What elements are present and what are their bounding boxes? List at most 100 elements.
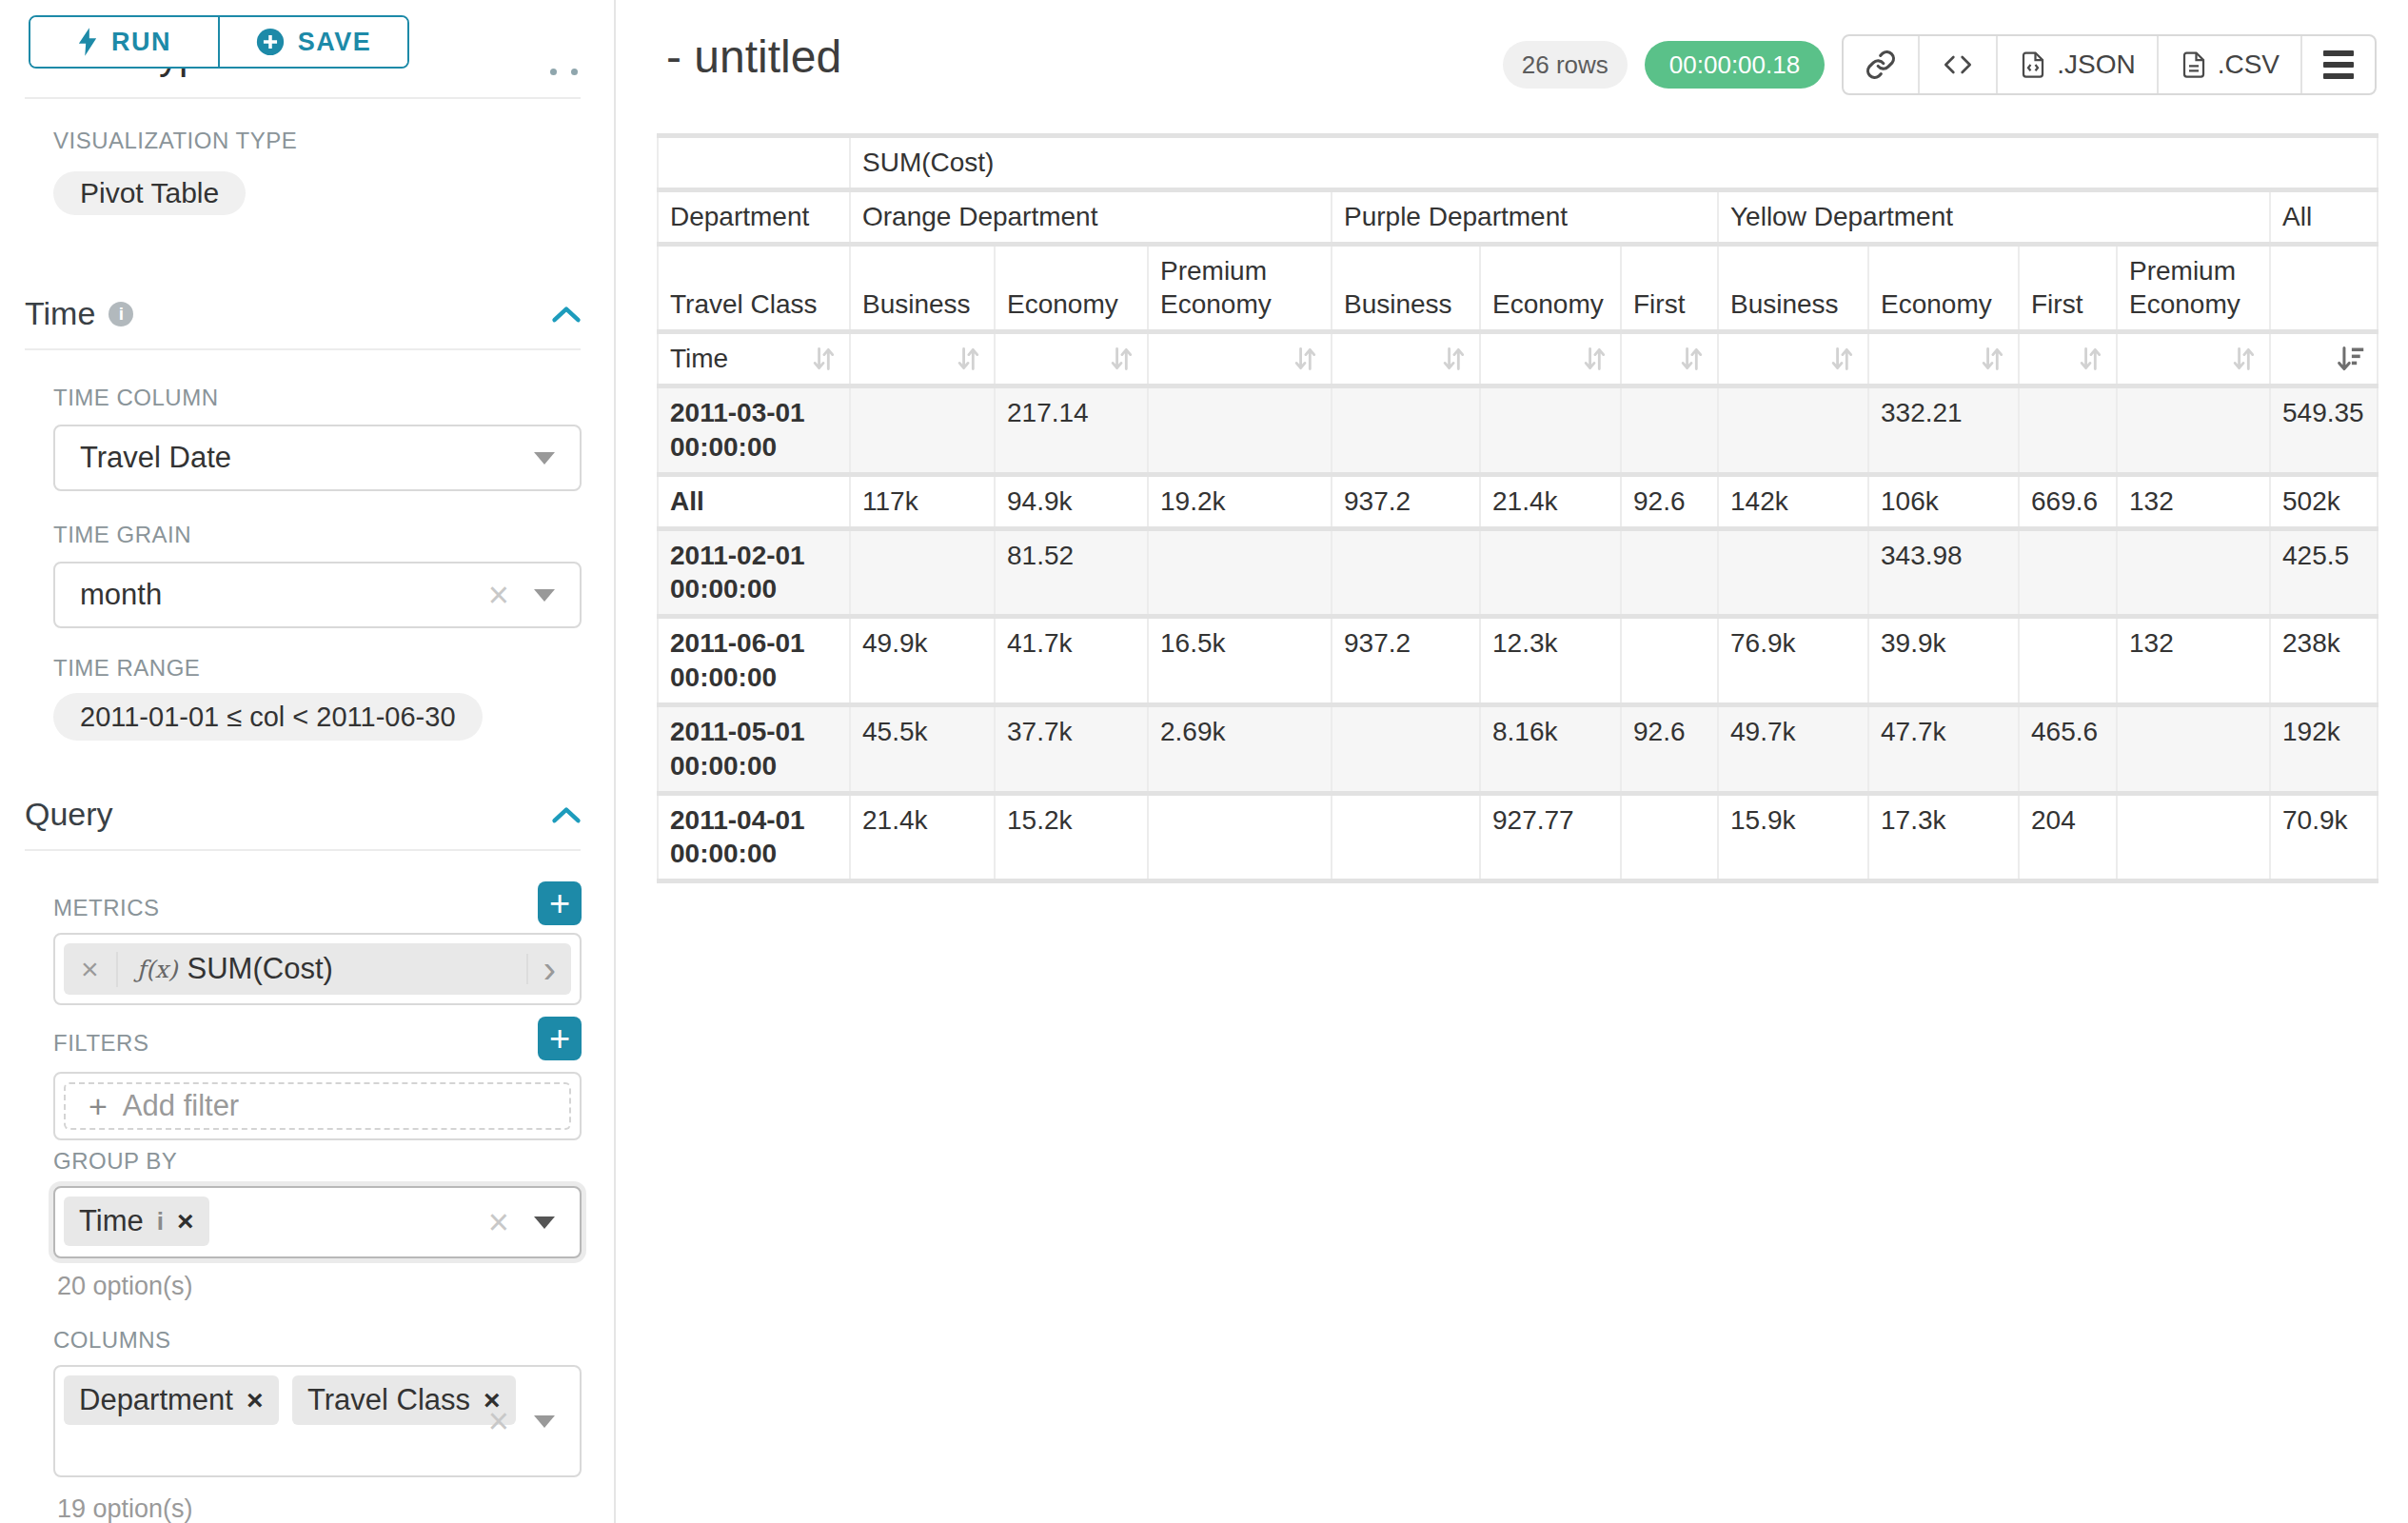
value-cell xyxy=(1621,617,1718,705)
run-button[interactable]: RUN xyxy=(30,17,218,67)
corner-cell xyxy=(658,136,850,190)
table-row: 2011-05-01 00:00:0045.5k37.7k2.69k8.16k9… xyxy=(658,704,2378,793)
action-buttons: RUN SAVE xyxy=(29,15,409,69)
value-cell: 238k xyxy=(2270,617,2378,705)
chart-area: - untitled 26 rows 00:00:00.18 .JSON .CS… xyxy=(618,0,2408,1523)
value-cell xyxy=(850,528,995,617)
table-row: 2011-03-01 00:00:00217.14332.21549.35 xyxy=(658,386,2378,475)
add-filter-button[interactable]: + xyxy=(538,1017,582,1060)
time-grain-select[interactable]: month × xyxy=(53,562,582,628)
value-cell: 21.4k xyxy=(1480,474,1621,528)
value-cell xyxy=(2019,617,2117,705)
chevron-right-icon[interactable]: › xyxy=(526,954,571,984)
row-header: All xyxy=(658,474,850,528)
value-cell xyxy=(2117,386,2270,475)
export-json-button[interactable]: .JSON xyxy=(1996,36,2156,93)
divider xyxy=(25,348,581,350)
value-cell: 937.2 xyxy=(1332,474,1480,528)
dot-icon xyxy=(571,69,578,75)
sort-icon[interactable] xyxy=(1580,345,1609,373)
add-metric-button[interactable]: + xyxy=(538,881,582,925)
row-header: 2011-04-01 00:00:00 xyxy=(658,793,850,881)
clear-icon[interactable]: × xyxy=(488,1403,509,1439)
columns-label: COLUMNS xyxy=(53,1327,171,1354)
value-cell: 425.5 xyxy=(2270,528,2378,617)
remove-chip-icon[interactable]: × xyxy=(247,1384,264,1416)
menu-button[interactable] xyxy=(2300,36,2375,93)
col-dim-label: Travel Class xyxy=(658,244,850,332)
embed-code-button[interactable] xyxy=(1918,36,1996,93)
value-cell xyxy=(850,386,995,475)
row-header: 2011-02-01 00:00:00 xyxy=(658,528,850,617)
chevron-up-icon[interactable] xyxy=(551,805,582,824)
sort-icon[interactable] xyxy=(1677,345,1706,373)
columns-select[interactable]: Department × Travel Class × × xyxy=(53,1365,582,1477)
group-by-chip[interactable]: Time i × xyxy=(64,1197,209,1246)
value-cell: 39.9k xyxy=(1868,617,2019,705)
time-column-select[interactable]: Travel Date xyxy=(53,425,582,491)
value-cell: 549.35 xyxy=(2270,386,2378,475)
caret-down-icon[interactable] xyxy=(534,452,555,465)
department-header: Yellow Department xyxy=(1718,189,2270,244)
value-cell xyxy=(1148,386,1332,475)
sort-desc-icon[interactable] xyxy=(2337,345,2365,373)
export-toolbar: .JSON .CSV xyxy=(1842,34,2377,95)
value-cell: 94.9k xyxy=(995,474,1148,528)
time-column-label: TIME COLUMN xyxy=(53,385,219,411)
table-row: 2011-06-01 00:00:0049.9k41.7k16.5k937.21… xyxy=(658,617,2378,705)
caret-down-icon[interactable] xyxy=(534,1216,555,1229)
value-cell: 117k xyxy=(850,474,995,528)
value-cell xyxy=(1621,386,1718,475)
clear-icon[interactable]: × xyxy=(488,1204,509,1240)
row-header: 2011-05-01 00:00:00 xyxy=(658,704,850,793)
group-by-label: GROUP BY xyxy=(53,1148,177,1175)
value-cell: 41.7k xyxy=(995,617,1148,705)
columns-chip[interactable]: Department × xyxy=(64,1375,279,1425)
caret-down-icon[interactable] xyxy=(534,1415,555,1428)
sort-icon[interactable] xyxy=(1107,345,1135,373)
code-icon xyxy=(1941,49,1975,80)
sort-icon[interactable] xyxy=(954,345,982,373)
row-dim-label: Time xyxy=(670,342,728,376)
remove-chip-icon[interactable]: × xyxy=(177,1205,194,1237)
export-csv-button[interactable]: .CSV xyxy=(2157,36,2300,93)
sort-icon[interactable] xyxy=(809,345,838,373)
value-cell: 12.3k xyxy=(1480,617,1621,705)
columns-options-hint: 19 option(s) xyxy=(57,1494,193,1523)
travel-class-header: Economy xyxy=(1480,244,1621,332)
add-filter-dropzone[interactable]: + Add filter xyxy=(64,1082,571,1130)
metric-chip[interactable]: × ƒ(x) SUM(Cost) › xyxy=(64,943,571,995)
group-by-select[interactable]: Time i × × xyxy=(53,1186,582,1258)
link-icon xyxy=(1865,49,1897,81)
plus-icon: + xyxy=(89,1088,108,1125)
plus-circle-icon xyxy=(256,28,285,56)
value-cell: 106k xyxy=(1868,474,2019,528)
save-button[interactable]: SAVE xyxy=(218,17,407,67)
share-link-button[interactable] xyxy=(1844,36,1918,93)
sort-icon[interactable] xyxy=(1439,345,1468,373)
department-header: Orange Department xyxy=(850,189,1332,244)
file-code-icon xyxy=(2019,49,2047,81)
sort-icon[interactable] xyxy=(1978,345,2006,373)
hamburger-icon xyxy=(2323,50,2354,79)
clear-icon[interactable]: × xyxy=(488,577,509,613)
value-cell: 927.77 xyxy=(1480,793,1621,881)
columns-chip[interactable]: Travel Class × xyxy=(292,1375,516,1425)
query-section-header: Query xyxy=(25,796,582,833)
sort-icon[interactable] xyxy=(2229,345,2258,373)
value-cell: 15.9k xyxy=(1718,793,1868,881)
caret-down-icon[interactable] xyxy=(534,589,555,602)
chevron-up-icon[interactable] xyxy=(551,305,582,324)
metric-header: SUM(Cost) xyxy=(850,136,2378,190)
viz-type-value[interactable]: Pivot Table xyxy=(53,171,246,215)
time-range-label: TIME RANGE xyxy=(53,655,200,682)
sort-icon[interactable] xyxy=(1291,345,1319,373)
sort-icon[interactable] xyxy=(1827,345,1856,373)
value-cell: 217.14 xyxy=(995,386,1148,475)
time-range-value[interactable]: 2011-01-01 ≤ col < 2011-06-30 xyxy=(53,693,483,741)
value-cell xyxy=(2117,704,2270,793)
sort-icon[interactable] xyxy=(2076,345,2104,373)
remove-metric-icon[interactable]: × xyxy=(64,952,118,987)
divider xyxy=(25,97,581,99)
sort-row: Time xyxy=(658,332,2378,386)
